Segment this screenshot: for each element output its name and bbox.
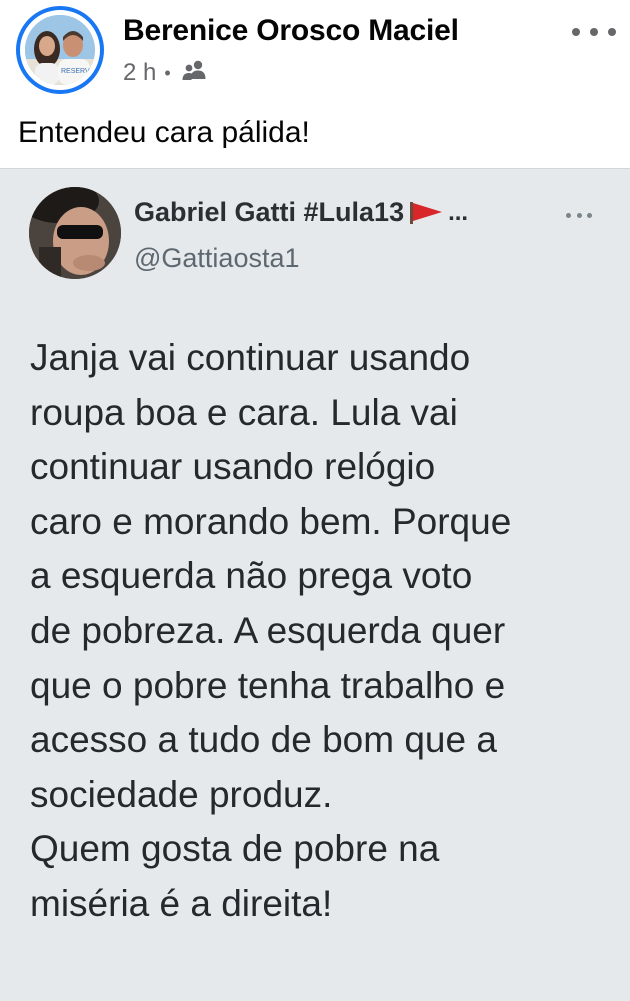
tweet-text-line: que o pobre tenha trabalho e	[30, 664, 506, 706]
shared-tweet-image[interactable]: Gabriel Gatti #Lula13 ... @Gattiaosta1 J…	[0, 168, 630, 1001]
tweet-author-line: Gabriel Gatti #Lula13 ...	[134, 197, 468, 228]
author-avatar[interactable]: RESERV	[16, 6, 104, 94]
more-options-button[interactable]	[572, 22, 616, 42]
tweet-text-line: Quem gosta de pobre na	[30, 828, 440, 870]
post-header: RESERV Berenice Orosco Maciel 2 h •	[0, 0, 630, 110]
post-caption: Entendeu cara pálida!	[18, 116, 310, 149]
post-timestamp[interactable]: 2 h	[123, 59, 156, 87]
tweet-text-line: roupa boa e cara. Lula vai	[30, 391, 458, 433]
tweet-text-line: continuar usando relógio	[30, 446, 436, 488]
tweet-display-name: Gabriel Gatti #Lula13	[134, 197, 405, 227]
tweet-text-line: Janja vai continuar usando	[30, 337, 471, 378]
tweet-text-line: caro e morando bem. Porque	[30, 500, 512, 542]
meta-separator: •	[164, 62, 171, 83]
more-horizontal-icon	[566, 212, 571, 218]
tweet-text: Janja vai continuar usando roupa boa e c…	[30, 331, 610, 932]
post-meta: 2 h •	[123, 58, 207, 88]
friends-icon[interactable]	[181, 59, 207, 88]
author-photo: RESERV	[25, 15, 95, 85]
tweet-more-options	[566, 211, 592, 219]
svg-text:RESERV: RESERV	[61, 68, 90, 75]
tweet-text-line: de pobreza. A esquerda quer	[30, 609, 506, 651]
name-truncation: ...	[448, 198, 469, 226]
tweet-author-avatar	[29, 187, 121, 279]
tweet-text-line: sociedade produz.	[30, 773, 333, 815]
red-flag-icon	[408, 200, 446, 226]
tweet-handle: @Gattiaosta1	[134, 243, 300, 273]
more-horizontal-icon	[572, 28, 580, 36]
author-name[interactable]: Berenice Orosco Maciel	[123, 14, 459, 48]
tweet-text-line: a esquerda não prega voto	[30, 555, 473, 597]
tweet-text-line: acesso a tudo de bom que a	[30, 719, 497, 761]
tweet-text-line: miséria é a direita!	[30, 882, 333, 924]
